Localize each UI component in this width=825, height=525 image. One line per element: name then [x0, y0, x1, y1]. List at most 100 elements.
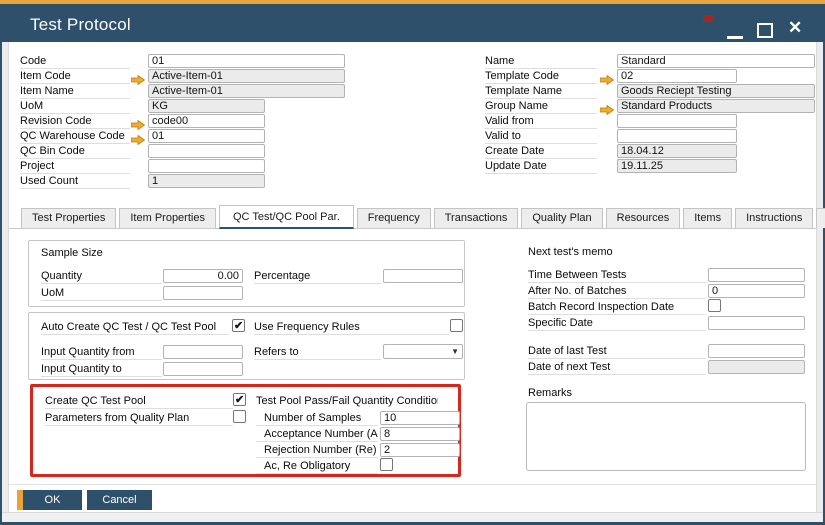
template-code-label: Template Code [485, 70, 597, 84]
tab-test-properties[interactable]: Test Properties [21, 208, 116, 228]
code-label: Code [20, 55, 130, 69]
input-quantity-to-field[interactable] [163, 362, 243, 376]
sample-uom-field[interactable] [163, 286, 243, 300]
ok-button[interactable]: OK [23, 490, 82, 510]
tab-resources[interactable]: Resources [606, 208, 681, 228]
uom-field[interactable]: KG [148, 99, 265, 113]
date-of-last-test-label: Date of last Test [528, 345, 706, 359]
parameters-from-quality-plan-label: Parameters from Quality Plan [45, 412, 233, 426]
acceptance-number-field[interactable]: 8 [380, 427, 460, 441]
qc-warehouse-code-field[interactable]: 01 [148, 129, 265, 143]
time-between-tests-field[interactable] [708, 268, 805, 282]
qc-warehouse-code-label: QC Warehouse Code [20, 130, 130, 144]
dropdown-arrow-icon: ▼ [451, 347, 459, 356]
ac-re-obligatory-checkbox[interactable] [380, 458, 393, 471]
create-date-field[interactable]: 18.04.12 [617, 144, 737, 158]
refers-to-value [384, 349, 387, 361]
window-inner-margin-left [2, 42, 9, 522]
window-inner-margin-right [816, 42, 823, 522]
item-code-label: Item Code [20, 70, 130, 84]
link-arrow-icon[interactable] [131, 72, 145, 82]
next-tests-memo-title: Next test's memo [528, 246, 708, 260]
maximize-icon[interactable] [757, 23, 773, 38]
acceptance-number-label: Acceptance Number (Ac) [256, 428, 378, 442]
update-date-field[interactable]: 19.11.25 [617, 159, 737, 173]
tab-instructions[interactable]: Instructions [735, 208, 813, 228]
template-name-label: Template Name [485, 85, 597, 99]
remarks-label: Remarks [528, 387, 628, 401]
date-of-last-test-field[interactable] [708, 344, 805, 358]
tab-strip: Test Properties Item Properties QC Test/… [9, 205, 816, 229]
ac-re-obligatory-label: Ac, Re Obligatory [256, 460, 378, 474]
group-name-field[interactable]: Standard Products [617, 99, 815, 113]
name-field[interactable]: Standard [617, 54, 815, 68]
used-count-label: Used Count [20, 175, 130, 189]
revision-code-label: Revision Code [20, 115, 130, 129]
tab-item-properties[interactable]: Item Properties [119, 208, 216, 228]
after-no-of-batches-label: After No. of Batches [528, 285, 706, 299]
minimize-icon[interactable] [727, 36, 743, 39]
link-arrow-icon[interactable] [131, 132, 145, 142]
refers-to-label: Refers to [254, 346, 381, 360]
auto-create-checkbox[interactable] [232, 319, 245, 332]
test-pool-condition-title: Test Pool Pass/Fail Quantity Condition [256, 395, 438, 409]
specific-date-label: Specific Date [528, 317, 706, 331]
code-field[interactable]: 01 [148, 54, 345, 68]
test-protocol-window: Test Protocol ✕ Code 01 Item Code Active… [0, 0, 825, 525]
percentage-field[interactable] [383, 269, 463, 283]
valid-from-field[interactable] [617, 114, 737, 128]
specific-date-field[interactable] [708, 316, 805, 330]
number-of-samples-field[interactable]: 10 [380, 411, 460, 425]
tab-attachments[interactable]: Attachments [816, 208, 825, 228]
update-date-label: Update Date [485, 160, 597, 174]
link-arrow-icon[interactable] [131, 117, 145, 127]
qc-bin-code-field[interactable] [148, 144, 265, 158]
used-count-field[interactable]: 1 [148, 174, 265, 188]
tab-quality-plan[interactable]: Quality Plan [521, 208, 602, 228]
tab-items[interactable]: Items [683, 208, 732, 228]
link-arrow-icon[interactable] [600, 72, 614, 82]
date-of-next-test-field[interactable] [708, 360, 805, 374]
window-inner-margin-bottom [2, 512, 823, 522]
time-between-tests-label: Time Between Tests [528, 269, 706, 283]
tab-transactions[interactable]: Transactions [434, 208, 519, 228]
sample-uom-label: UoM [41, 287, 162, 301]
after-no-of-batches-field[interactable]: 0 [708, 284, 805, 298]
template-code-field[interactable]: 02 [617, 69, 737, 83]
revision-code-field[interactable]: code00 [148, 114, 265, 128]
tab-qc-test-qc-pool-par[interactable]: QC Test/QC Pool Par. [219, 205, 354, 229]
link-arrow-icon[interactable] [600, 102, 614, 112]
batch-record-inspection-date-label: Batch Record Inspection Date [528, 301, 706, 315]
item-name-field[interactable]: Active-Item-01 [148, 84, 345, 98]
project-field[interactable] [148, 159, 265, 173]
rejection-number-label: Rejection Number (Re) [256, 444, 378, 458]
refers-to-dropdown[interactable]: ▼ [383, 344, 463, 359]
use-frequency-rules-label: Use Frequency Rules [254, 321, 449, 335]
input-quantity-from-field[interactable] [163, 345, 243, 359]
window-title: Test Protocol [30, 15, 131, 35]
name-label: Name [485, 55, 597, 69]
title-bar: Test Protocol ✕ [0, 4, 825, 42]
create-qc-test-pool-label: Create QC Test Pool [45, 395, 233, 409]
remarks-textarea[interactable] [526, 402, 806, 471]
use-frequency-rules-checkbox[interactable] [450, 319, 463, 332]
create-date-label: Create Date [485, 145, 597, 159]
tab-frequency[interactable]: Frequency [357, 208, 431, 228]
valid-to-field[interactable] [617, 129, 737, 143]
qc-test-pool-annotation-box: Create QC Test Pool Parameters from Qual… [30, 384, 461, 477]
percentage-label: Percentage [254, 270, 381, 284]
quantity-field[interactable]: 0.00 [163, 269, 243, 283]
batch-record-inspection-date-checkbox[interactable] [708, 299, 721, 312]
group-name-label: Group Name [485, 100, 597, 114]
sample-size-group: Sample Size Quantity 0.00 Percentage UoM [28, 240, 465, 307]
rejection-number-field[interactable]: 2 [380, 443, 460, 457]
red-indicator [703, 15, 714, 22]
valid-from-label: Valid from [485, 115, 597, 129]
template-name-field[interactable]: Goods Reciept Testing [617, 84, 815, 98]
parameters-from-quality-plan-checkbox[interactable] [233, 410, 246, 423]
close-icon[interactable]: ✕ [788, 18, 802, 38]
cancel-button[interactable]: Cancel [87, 490, 152, 510]
project-label: Project [20, 160, 130, 174]
create-qc-test-pool-checkbox[interactable] [233, 393, 246, 406]
item-code-field[interactable]: Active-Item-01 [148, 69, 345, 83]
